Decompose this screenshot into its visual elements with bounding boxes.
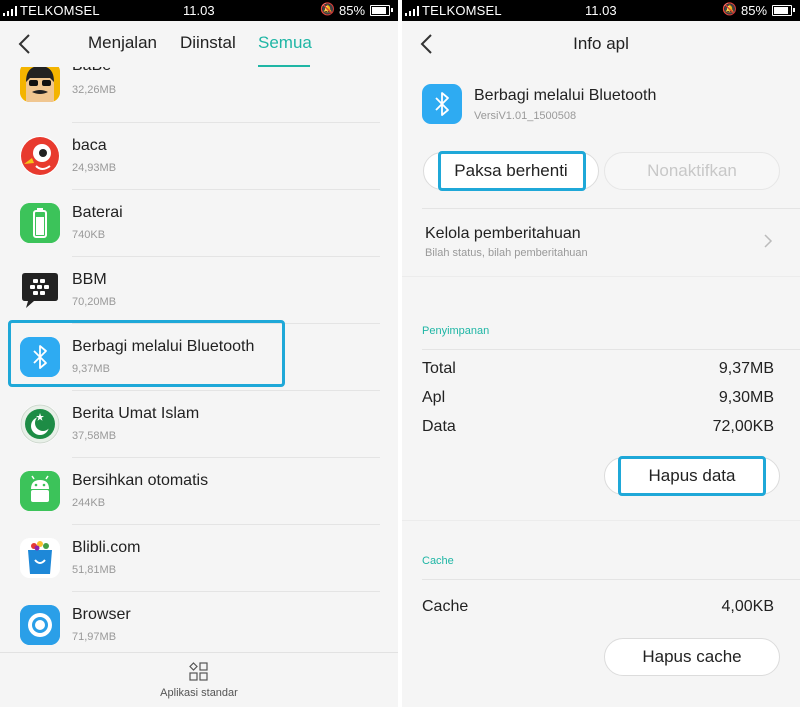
tab-menjalan[interactable]: Menjalan <box>88 33 157 53</box>
list-item[interactable]: Blibli.com 51,81MB <box>0 525 398 592</box>
tab-semua[interactable]: Semua <box>258 33 312 53</box>
notifications-subtitle: Bilah status, bilah pemberitahuan <box>425 247 588 259</box>
cache-label: Cache <box>422 598 469 615</box>
storage-total-value: 9,37MB <box>718 360 774 377</box>
app-size: 51,81MB <box>72 564 117 576</box>
clear-cache-button[interactable]: Hapus cache <box>604 638 780 676</box>
divider <box>422 579 800 580</box>
chevron-right-icon <box>762 232 774 250</box>
list-item-bluetooth[interactable]: Berbagi melalui Bluetooth 9,37MB <box>0 324 398 391</box>
tab-header: Menjalan Diinstal Semua <box>0 21 398 67</box>
app-name: BBM <box>72 271 107 288</box>
back-arrow-icon[interactable] <box>14 31 38 57</box>
list-item[interactable]: BaBe 32,26MB <box>0 67 398 123</box>
force-stop-button[interactable]: Paksa berhenti <box>423 152 599 190</box>
mute-bell-icon: 🔕 <box>320 2 335 16</box>
divider <box>402 520 800 521</box>
storage-data-label: Data <box>422 418 456 435</box>
default-apps-label: Aplikasi standar <box>160 687 238 699</box>
bluetooth-icon <box>20 337 60 377</box>
app-size: 24,93MB <box>72 162 117 174</box>
app-name: Blibli.com <box>72 539 141 556</box>
app-name: baca <box>72 137 107 154</box>
mute-bell-icon: 🔕 <box>722 2 737 16</box>
signal-icon <box>3 6 19 16</box>
page-title: Info apl <box>573 34 629 53</box>
clear-data-label: Hapus data <box>648 466 736 485</box>
app-size: 71,97MB <box>72 631 117 643</box>
app-name: Baterai <box>72 204 123 221</box>
notifications-title: Kelola pemberitahuan <box>425 225 581 242</box>
storage-app-label: Apl <box>422 389 446 406</box>
list-item[interactable]: BBM 70,20MB <box>0 257 398 324</box>
list-item[interactable]: Bersihkan otomatis 244KB <box>0 458 398 525</box>
status-bar: TELKOMSEL 11.03 🔕 85% <box>0 0 398 21</box>
divider <box>422 208 800 209</box>
android-robot-icon <box>20 471 60 511</box>
app-name: BaBe <box>72 67 111 75</box>
app-name: Bersihkan otomatis <box>72 472 209 489</box>
app-size: 32,26MB <box>72 84 117 96</box>
status-bar: TELKOMSEL 11.03 🔕 85% <box>402 0 800 21</box>
battery-percent: 85% <box>741 3 768 18</box>
app-version: VersiV1.01_1500508 <box>474 110 577 122</box>
app-size: 37,58MB <box>72 430 117 442</box>
app-name: Browser <box>72 606 131 623</box>
app-info-screen: TELKOMSEL 11.03 🔕 85% Info apl Berbagi m… <box>402 0 800 707</box>
divider <box>422 349 800 350</box>
default-apps-icon <box>189 662 209 682</box>
carrier-name: TELKOMSEL <box>20 3 100 18</box>
list-item[interactable]: Browser 71,97MB <box>0 592 398 652</box>
divider <box>402 276 800 277</box>
app-info-header: Info apl <box>402 21 800 67</box>
battery-app-icon <box>20 203 60 243</box>
app-list-screen: TELKOMSEL 11.03 🔕 85% Menjalan Diinstal … <box>0 0 398 707</box>
cache-section-label: Cache <box>422 555 454 567</box>
bbm-icon <box>20 270 60 310</box>
list-item[interactable]: Berita Umat Islam 37,58MB <box>0 391 398 458</box>
bottom-bar[interactable]: Aplikasi standar <box>0 652 398 707</box>
storage-section-label: Penyimpanan <box>422 325 490 337</box>
cache-value: 4,00KB <box>721 598 774 615</box>
clock: 11.03 <box>183 3 215 18</box>
app-name: Berbagi melalui Bluetooth <box>72 338 255 355</box>
signal-icon <box>405 6 421 16</box>
baca-bird-icon <box>20 136 60 176</box>
carrier-name: TELKOMSEL <box>422 3 502 18</box>
browser-icon <box>20 605 60 645</box>
disable-button[interactable]: Nonaktifkan <box>604 152 780 190</box>
app-size: 244KB <box>72 497 106 509</box>
clear-cache-label: Hapus cache <box>642 647 742 666</box>
battery-icon <box>772 5 795 16</box>
battery-icon <box>370 5 393 16</box>
bluetooth-icon <box>422 84 462 124</box>
storage-data-value: 72,00KB <box>712 418 774 435</box>
storage-total-label: Total <box>422 360 456 377</box>
app-size: 740KB <box>72 229 106 241</box>
shopping-bag-icon <box>20 538 60 578</box>
battery-percent: 85% <box>339 3 366 18</box>
force-stop-label: Paksa berhenti <box>454 161 568 180</box>
list-item[interactable]: baca 24,93MB <box>0 123 398 190</box>
app-name: Berita Umat Islam <box>72 405 200 422</box>
disable-label: Nonaktifkan <box>647 161 737 180</box>
clear-data-button[interactable]: Hapus data <box>604 457 780 495</box>
app-size: 70,20MB <box>72 296 117 308</box>
babe-icon <box>20 67 60 102</box>
tab-diinstal[interactable]: Diinstal <box>180 33 236 53</box>
clock: 11.03 <box>585 3 617 18</box>
app-size: 9,37MB <box>72 363 110 375</box>
crescent-moon-icon <box>20 404 60 444</box>
app-list: BaBe 32,26MB baca 24,93MB <box>0 67 398 652</box>
list-item[interactable]: Baterai 740KB <box>0 190 398 257</box>
storage-app-value: 9,30MB <box>718 389 774 406</box>
app-title: Berbagi melalui Bluetooth <box>474 87 657 104</box>
